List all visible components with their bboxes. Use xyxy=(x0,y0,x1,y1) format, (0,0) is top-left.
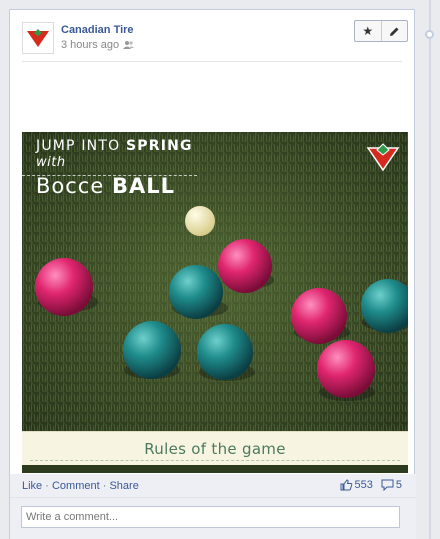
star-button[interactable]: ★ xyxy=(355,21,381,41)
canadian-tire-logo xyxy=(366,143,400,172)
star-icon: ★ xyxy=(362,24,374,38)
separator: · xyxy=(102,480,107,492)
comments-number: 5 xyxy=(395,479,402,491)
post-action-links: Like · Comment · Share xyxy=(22,480,139,492)
timeline-line xyxy=(429,0,431,539)
timestamp-link[interactable]: 3 hours ago xyxy=(61,39,119,51)
pencil-icon xyxy=(389,27,399,36)
likes-count[interactable]: 553 xyxy=(340,479,373,491)
post-actions: ★ xyxy=(354,20,408,42)
thumbs-up-icon xyxy=(340,479,352,491)
edit-button[interactable] xyxy=(380,21,408,41)
comment-area: Write a comment... xyxy=(10,497,416,539)
timeline-dot xyxy=(425,30,434,39)
canadian-tire-logo-icon xyxy=(27,29,49,47)
likes-number: 553 xyxy=(354,479,373,491)
post-image[interactable]: JUMP INTO SPRING with Bocce BALL Rules o… xyxy=(22,132,408,473)
page-name-link[interactable]: Canadian Tire xyxy=(61,24,134,36)
share-link[interactable]: Share xyxy=(109,480,138,492)
separator: · xyxy=(45,480,49,492)
post-footer: Like · Comment · Share 553 5 xyxy=(10,474,416,497)
like-link[interactable]: Like xyxy=(22,480,42,492)
headline-line3: Bocce BALL xyxy=(36,174,175,198)
post-meta: 3 hours ago xyxy=(61,39,135,51)
post-card: Canadian Tire 3 hours ago ★ JUMP INTO SP… xyxy=(9,9,416,539)
page-avatar[interactable] xyxy=(22,22,54,54)
post-stats: 553 5 xyxy=(340,479,402,491)
friends-icon[interactable] xyxy=(123,40,135,50)
comment-input[interactable]: Write a comment... xyxy=(21,506,400,528)
comment-bubble-icon xyxy=(381,479,394,491)
image-caption: Rules of the game xyxy=(22,431,408,465)
comments-count[interactable]: 5 xyxy=(381,479,402,491)
headline-line2: with xyxy=(36,155,66,170)
promo-headline: JUMP INTO SPRING with Bocce BALL xyxy=(36,138,193,198)
comment-link[interactable]: Comment xyxy=(52,480,100,492)
headline-line1: JUMP INTO SPRING xyxy=(36,138,193,154)
post-header: Canadian Tire 3 hours ago xyxy=(22,22,402,62)
